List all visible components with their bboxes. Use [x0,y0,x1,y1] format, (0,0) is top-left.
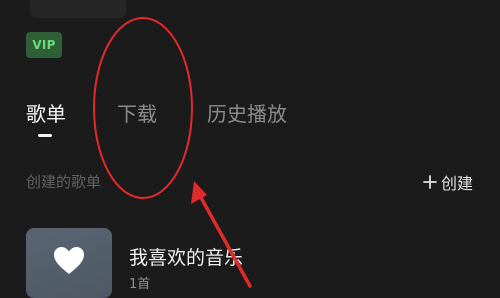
created-playlists-label: 创建的歌单 [26,173,102,191]
tab-history[interactable]: 历史播放 [207,100,287,128]
annotation-arrow-head [191,181,207,204]
tab-active-indicator [38,134,52,137]
tab-playlists[interactable]: 歌单 [26,100,66,128]
annotation-arrow-line [197,192,252,288]
profile-card [30,0,126,18]
vip-badge: VIP [26,32,62,58]
plus-icon [422,174,438,190]
create-playlist-label: 创建 [441,174,474,193]
tab-downloads[interactable]: 下载 [117,100,157,128]
liked-music-count: 1首 [129,277,151,292]
liked-music-title[interactable]: 我喜欢的音乐 [129,244,243,272]
create-playlist-button[interactable]: 创建 [422,170,473,194]
heart-icon [53,246,85,280]
